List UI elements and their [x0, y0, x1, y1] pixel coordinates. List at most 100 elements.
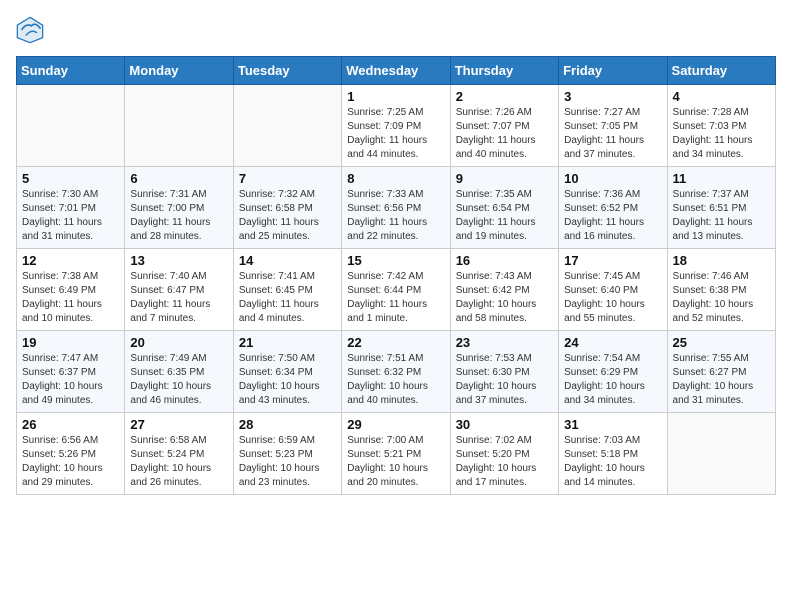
calendar-day-cell: 12 Sunrise: 7:38 AMSunset: 6:49 PMDayligh… — [17, 249, 125, 331]
day-info: Sunrise: 7:41 AMSunset: 6:45 PMDaylight:… — [239, 270, 336, 326]
day-number: 16 — [456, 253, 553, 268]
day-number: 11 — [673, 171, 770, 186]
day-info: Sunrise: 7:43 AMSunset: 6:42 PMDaylight:… — [456, 270, 553, 326]
day-number: 19 — [22, 335, 119, 350]
calendar-day-cell: 28Sunrise: 6:59 AMSunset: 5:23 PMDayligh… — [233, 413, 341, 495]
calendar-day-cell: 13 Sunrise: 7:40 AMSunset: 6:47 PMDayligh… — [125, 249, 233, 331]
calendar-day-cell — [17, 85, 125, 167]
calendar-day-cell: 3 Sunrise: 7:27 AMSunset: 7:05 PMDaylight… — [559, 85, 667, 167]
calendar-day-cell: 16 Sunrise: 7:43 AMSunset: 6:42 PMDayligh… — [450, 249, 558, 331]
calendar-day-cell: 5 Sunrise: 7:30 AMSunset: 7:01 PMDaylight… — [17, 167, 125, 249]
weekday-header: Thursday — [450, 57, 558, 85]
day-info: Sunrise: 6:59 AMSunset: 5:23 PMDaylight:… — [239, 434, 336, 490]
day-info: Sunrise: 7:36 AMSunset: 6:52 PMDaylight:… — [564, 188, 661, 244]
day-info: Sunrise: 7:53 AMSunset: 6:30 PMDaylight:… — [456, 352, 553, 408]
day-number: 26 — [22, 417, 119, 432]
day-info: Sunrise: 7:37 AMSunset: 6:51 PMDaylight:… — [673, 188, 770, 244]
calendar-day-cell: 8 Sunrise: 7:33 AMSunset: 6:56 PMDaylight… — [342, 167, 450, 249]
calendar-day-cell: 14 Sunrise: 7:41 AMSunset: 6:45 PMDayligh… — [233, 249, 341, 331]
calendar-day-cell: 10 Sunrise: 7:36 AMSunset: 6:52 PMDayligh… — [559, 167, 667, 249]
day-info: Sunrise: 7:27 AMSunset: 7:05 PMDaylight:… — [564, 106, 661, 162]
calendar-table: SundayMondayTuesdayWednesdayThursdayFrid… — [16, 56, 776, 495]
calendar-day-cell: 27 Sunrise: 6:58 AMSunset: 5:24 PMDayligh… — [125, 413, 233, 495]
calendar-day-cell: 31 Sunrise: 7:03 AMSunset: 5:18 PMDayligh… — [559, 413, 667, 495]
day-number: 22 — [347, 335, 444, 350]
day-number: 5 — [22, 171, 119, 186]
calendar-day-cell: 23 Sunrise: 7:53 AMSunset: 6:30 PMDayligh… — [450, 331, 558, 413]
day-number: 20 — [130, 335, 227, 350]
day-number: 14 — [239, 253, 336, 268]
weekday-header: Saturday — [667, 57, 775, 85]
day-number: 6 — [130, 171, 227, 186]
day-number: 2 — [456, 89, 553, 104]
day-info: Sunrise: 7:35 AMSunset: 6:54 PMDaylight:… — [456, 188, 553, 244]
day-number: 18 — [673, 253, 770, 268]
calendar-day-cell: 24Sunrise: 7:54 AMSunset: 6:29 PMDayligh… — [559, 331, 667, 413]
day-info: Sunrise: 7:33 AMSunset: 6:56 PMDaylight:… — [347, 188, 444, 244]
calendar-day-cell: 18 Sunrise: 7:46 AMSunset: 6:38 PMDayligh… — [667, 249, 775, 331]
day-info: Sunrise: 7:40 AMSunset: 6:47 PMDaylight:… — [130, 270, 227, 326]
calendar-day-cell: 26 Sunrise: 6:56 AMSunset: 5:26 PMDayligh… — [17, 413, 125, 495]
calendar-week-row: 26 Sunrise: 6:56 AMSunset: 5:26 PMDayligh… — [17, 413, 776, 495]
day-info: Sunrise: 7:00 AMSunset: 5:21 PMDaylight:… — [347, 434, 444, 490]
page-header — [16, 16, 776, 44]
calendar-day-cell: 25Sunrise: 7:55 AMSunset: 6:27 PMDayligh… — [667, 331, 775, 413]
day-info: Sunrise: 7:31 AMSunset: 7:00 PMDaylight:… — [130, 188, 227, 244]
day-number: 31 — [564, 417, 661, 432]
day-info: Sunrise: 7:03 AMSunset: 5:18 PMDaylight:… — [564, 434, 661, 490]
day-number: 8 — [347, 171, 444, 186]
day-number: 30 — [456, 417, 553, 432]
weekday-header: Monday — [125, 57, 233, 85]
day-info: Sunrise: 7:50 AMSunset: 6:34 PMDaylight:… — [239, 352, 336, 408]
day-number: 1 — [347, 89, 444, 104]
calendar-day-cell: 6 Sunrise: 7:31 AMSunset: 7:00 PMDaylight… — [125, 167, 233, 249]
day-info: Sunrise: 7:42 AMSunset: 6:44 PMDaylight:… — [347, 270, 444, 326]
calendar-day-cell: 2 Sunrise: 7:26 AMSunset: 7:07 PMDaylight… — [450, 85, 558, 167]
calendar-day-cell: 29Sunrise: 7:00 AMSunset: 5:21 PMDayligh… — [342, 413, 450, 495]
calendar-day-cell: 4Sunrise: 7:28 AMSunset: 7:03 PMDaylight… — [667, 85, 775, 167]
day-number: 3 — [564, 89, 661, 104]
calendar-day-cell: 7 Sunrise: 7:32 AMSunset: 6:58 PMDaylight… — [233, 167, 341, 249]
day-info: Sunrise: 7:46 AMSunset: 6:38 PMDaylight:… — [673, 270, 770, 326]
day-info: Sunrise: 7:38 AMSunset: 6:49 PMDaylight:… — [22, 270, 119, 326]
calendar-day-cell — [233, 85, 341, 167]
day-number: 21 — [239, 335, 336, 350]
day-number: 10 — [564, 171, 661, 186]
day-info: Sunrise: 7:25 AMSunset: 7:09 PMDaylight:… — [347, 106, 444, 162]
day-number: 7 — [239, 171, 336, 186]
day-info: Sunrise: 7:55 AMSunset: 6:27 PMDaylight:… — [673, 352, 770, 408]
calendar-day-cell — [125, 85, 233, 167]
logo-icon — [16, 16, 44, 44]
calendar-day-cell: 20Sunrise: 7:49 AMSunset: 6:35 PMDayligh… — [125, 331, 233, 413]
calendar-day-cell: 22 Sunrise: 7:51 AMSunset: 6:32 PMDayligh… — [342, 331, 450, 413]
calendar-day-cell — [667, 413, 775, 495]
weekday-header: Wednesday — [342, 57, 450, 85]
day-info: Sunrise: 7:45 AMSunset: 6:40 PMDaylight:… — [564, 270, 661, 326]
day-number: 23 — [456, 335, 553, 350]
calendar-day-cell: 30 Sunrise: 7:02 AMSunset: 5:20 PMDayligh… — [450, 413, 558, 495]
calendar-week-row: 12 Sunrise: 7:38 AMSunset: 6:49 PMDayligh… — [17, 249, 776, 331]
calendar-day-cell: 11 Sunrise: 7:37 AMSunset: 6:51 PMDayligh… — [667, 167, 775, 249]
day-info: Sunrise: 7:30 AMSunset: 7:01 PMDaylight:… — [22, 188, 119, 244]
calendar-day-cell: 19Sunrise: 7:47 AMSunset: 6:37 PMDayligh… — [17, 331, 125, 413]
day-info: Sunrise: 7:32 AMSunset: 6:58 PMDaylight:… — [239, 188, 336, 244]
day-info: Sunrise: 7:26 AMSunset: 7:07 PMDaylight:… — [456, 106, 553, 162]
calendar-week-row: 1 Sunrise: 7:25 AMSunset: 7:09 PMDaylight… — [17, 85, 776, 167]
day-info: Sunrise: 6:56 AMSunset: 5:26 PMDaylight:… — [22, 434, 119, 490]
day-info: Sunrise: 7:02 AMSunset: 5:20 PMDaylight:… — [456, 434, 553, 490]
day-number: 13 — [130, 253, 227, 268]
calendar-day-cell: 9 Sunrise: 7:35 AMSunset: 6:54 PMDaylight… — [450, 167, 558, 249]
day-number: 27 — [130, 417, 227, 432]
calendar-week-row: 5 Sunrise: 7:30 AMSunset: 7:01 PMDaylight… — [17, 167, 776, 249]
day-info: Sunrise: 7:51 AMSunset: 6:32 PMDaylight:… — [347, 352, 444, 408]
day-number: 24 — [564, 335, 661, 350]
day-number: 4 — [673, 89, 770, 104]
day-number: 15 — [347, 253, 444, 268]
day-number: 9 — [456, 171, 553, 186]
calendar-day-cell: 1 Sunrise: 7:25 AMSunset: 7:09 PMDaylight… — [342, 85, 450, 167]
weekday-header: Sunday — [17, 57, 125, 85]
logo — [16, 16, 48, 44]
day-number: 12 — [22, 253, 119, 268]
day-info: Sunrise: 6:58 AMSunset: 5:24 PMDaylight:… — [130, 434, 227, 490]
weekday-header: Friday — [559, 57, 667, 85]
